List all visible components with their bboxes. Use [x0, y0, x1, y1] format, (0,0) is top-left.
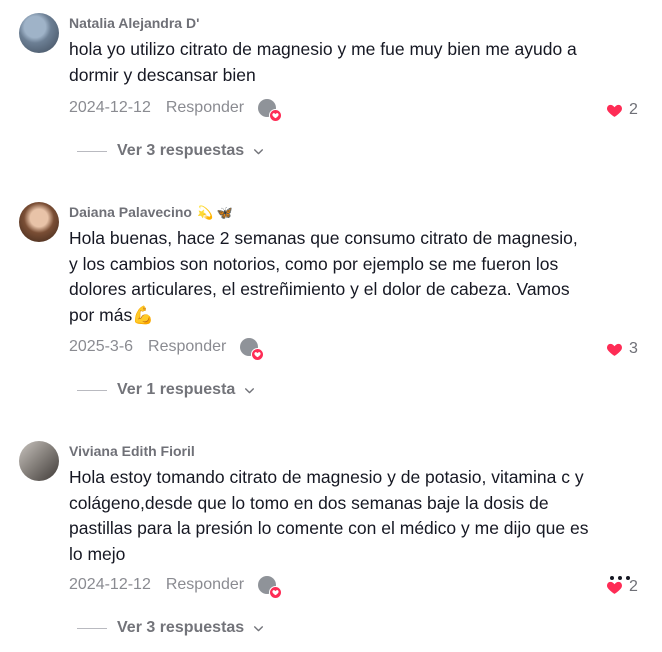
like-count: 3: [629, 340, 638, 357]
reply-button[interactable]: Responder: [166, 576, 244, 594]
view-replies-button[interactable]: Ver 3 respuestas: [77, 619, 265, 637]
comment-meta: 2024-12-12 Responder: [69, 576, 283, 599]
reply-button[interactable]: Responder: [148, 338, 226, 356]
view-replies-label[interactable]: Ver 3 respuestas: [117, 142, 244, 160]
like-button[interactable]: 2: [606, 101, 638, 119]
view-replies-button[interactable]: Ver 3 respuestas: [77, 142, 265, 160]
view-replies-label[interactable]: Ver 1 respuesta: [117, 381, 235, 399]
view-replies-label[interactable]: Ver 3 respuestas: [117, 619, 244, 637]
divider: [77, 150, 107, 152]
view-replies-button[interactable]: Ver 1 respuesta: [77, 381, 256, 399]
divider: [77, 627, 107, 629]
chevron-down-icon[interactable]: [243, 384, 256, 397]
comment-text: Hola buenas, hace 2 semanas que consumo …: [69, 228, 578, 325]
like-button[interactable]: 3: [606, 340, 638, 358]
heart-icon[interactable]: [606, 102, 623, 119]
comment-date: 2024-12-12: [69, 99, 151, 116]
more-options-icon[interactable]: [610, 560, 634, 586]
comment-date: 2025-3-6: [69, 338, 134, 355]
creator-liked-avatar: [240, 338, 265, 361]
chevron-down-icon[interactable]: [252, 622, 265, 635]
avatar[interactable]: [19, 13, 59, 53]
divider: [77, 389, 107, 391]
creator-heart-icon: [269, 109, 283, 122]
like-count: 2: [629, 101, 638, 118]
username-text[interactable]: Viviana Edith Fioril: [69, 443, 195, 459]
comment-username[interactable]: Natalia Alejandra D': [69, 15, 199, 31]
creator-liked-avatar: [258, 99, 283, 122]
reply-button[interactable]: Responder: [166, 99, 244, 117]
creator-liked-avatar: [258, 576, 283, 599]
creator-heart-icon: [251, 348, 265, 361]
comment-meta: 2024-12-12 Responder: [69, 99, 283, 122]
avatar[interactable]: [19, 202, 59, 242]
avatar[interactable]: [19, 441, 59, 481]
comment-meta: 2025-3-6 Responder: [69, 338, 265, 361]
heart-icon[interactable]: [606, 341, 623, 358]
comment-text: Hola estoy tomando citrato de magnesio y…: [69, 467, 589, 564]
chevron-down-icon[interactable]: [252, 145, 265, 158]
username-text[interactable]: Natalia Alejandra D': [69, 15, 199, 31]
username-text[interactable]: Daiana Palavecino: [69, 204, 192, 220]
username-emoji: 💫 🦋: [196, 205, 233, 220]
creator-heart-icon: [269, 586, 283, 599]
comment-text: hola yo utilizo citrato de magnesio y me…: [69, 39, 577, 85]
comment-date: 2024-12-12: [69, 576, 151, 593]
comment-username[interactable]: Daiana Palavecino 💫 🦋: [69, 204, 233, 221]
comment-username[interactable]: Viviana Edith Fioril: [69, 443, 195, 459]
